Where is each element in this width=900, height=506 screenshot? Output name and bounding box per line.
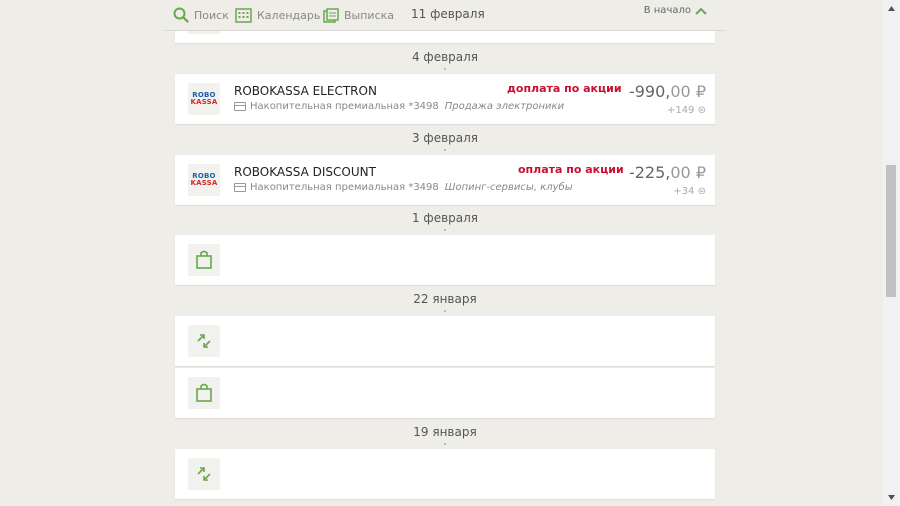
date-separator: 22 января [175,292,715,312]
scrollbar-thumb[interactable] [886,165,896,297]
scroll-up-arrow-icon [888,6,895,11]
scroll-down-arrow-icon [888,495,895,500]
transaction-card[interactable]: ROBO KASSA ROBOKASSA ELECTRON Накопитель… [175,74,715,124]
scroll-down-button[interactable] [883,489,900,506]
transaction-card[interactable]: ROBO KASSA ROBOKASSA DISCOUNT Накопитель… [175,155,715,205]
search-label: Поиск [194,8,229,22]
card-name: Накопительная премиальная *3498 [250,182,439,193]
bonus-points: +149 ⊜ [666,105,706,116]
bonus-icon: ⊜ [697,186,706,197]
chevron-up-icon [695,7,707,15]
merchant-logo: ROBO KASSA [188,83,220,115]
transfer-arrows-icon [197,467,211,481]
transaction-icon-box [188,325,220,357]
calendar-button[interactable]: Календарь [235,6,320,24]
transaction-details: Накопительная премиальная *3498 Шопинг-с… [234,182,573,193]
transaction-amount: -990,00 ₽ [628,82,706,101]
date-separator: 19 января [175,425,715,445]
robokassa-logo-icon: ROBO KASSA [190,172,218,187]
statement-icon [323,7,339,23]
credit-card-icon [234,102,246,111]
promo-note: доплата по акции [507,82,622,95]
top-toolbar: Поиск Календарь Выписка 11 февраля В нач… [165,0,725,31]
transaction-amount: -225,00 ₽ [628,163,706,182]
transaction-card[interactable] [175,316,715,366]
bonus-points: +34 ⊜ [673,186,706,197]
transaction-card[interactable] [175,368,715,418]
merchant-logo: ROBO KASSA [188,164,220,196]
merchant-name: ROBOKASSA ELECTRON [234,84,377,98]
date-separator: 4 февраля [175,50,715,70]
current-date: 11 февраля [411,7,485,21]
transaction-card[interactable] [175,449,715,499]
search-button[interactable]: Поиск [173,6,229,24]
transaction-icon-box [188,377,220,409]
statement-label: Выписка [344,8,395,22]
to-top-button[interactable]: В начало [644,5,707,16]
calendar-icon [235,7,252,23]
bonus-icon: ⊜ [697,105,706,116]
shopping-bag-icon [196,250,212,269]
promo-note: оплата по акции [518,163,624,176]
merchant-name: ROBOKASSA DISCOUNT [234,165,376,179]
transaction-category: Продажа электроники [444,101,565,112]
vertical-scrollbar[interactable] [883,0,900,506]
card-name: Накопительная премиальная *3498 [250,101,439,112]
transaction-category: Шопинг-сервисы, клубы [444,182,573,193]
shopping-bag-icon [196,383,212,402]
calendar-label: Календарь [257,8,321,22]
transaction-icon-box [188,244,220,276]
search-icon [173,7,189,23]
robokassa-logo-icon: ROBO KASSA [190,91,218,106]
date-separator: 1 февраля [175,211,715,231]
transaction-icon-box [188,458,220,490]
transaction-details: Накопительная премиальная *3498 Продажа … [234,101,564,112]
scroll-up-button[interactable] [883,0,900,17]
date-separator: 3 февраля [175,131,715,151]
transfer-arrows-icon [197,334,211,348]
to-top-label: В начало [643,5,691,16]
credit-card-icon [234,183,246,192]
transaction-card[interactable] [175,235,715,285]
statement-button[interactable]: Выписка [323,6,394,24]
